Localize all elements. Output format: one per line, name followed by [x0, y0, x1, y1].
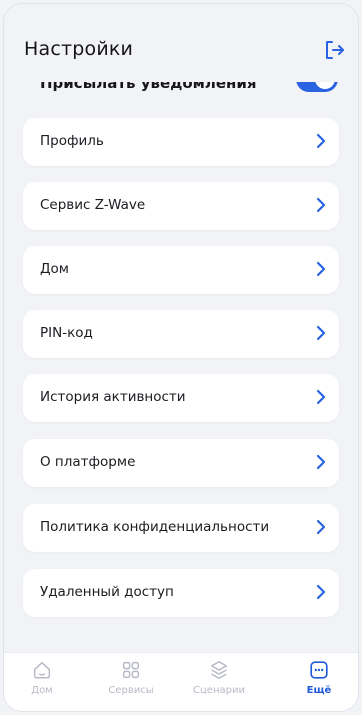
- settings-item-label: Сервис Z-Wave: [40, 197, 146, 213]
- tab-label: Ещё: [306, 685, 332, 696]
- settings-item-label: Дом: [40, 261, 69, 277]
- tab-scenarios[interactable]: Сценарии: [184, 659, 254, 707]
- chevron-right-icon: [316, 261, 326, 277]
- chevron-right-icon: [316, 197, 326, 213]
- tab-label: Дом: [31, 685, 53, 696]
- settings-item-label: PIN-код: [40, 325, 93, 341]
- phone-frame: Настройки Присылать уведомления Профиль …: [4, 4, 358, 711]
- header: Настройки: [4, 4, 358, 82]
- settings-item-remote-access[interactable]: Удаленный доступ: [23, 569, 339, 617]
- chevron-right-icon: [316, 519, 326, 535]
- settings-item-zwave[interactable]: Сервис Z-Wave: [23, 182, 339, 230]
- layers-icon: [210, 661, 228, 679]
- grid-icon: [122, 661, 140, 679]
- settings-item-home[interactable]: Дом: [23, 246, 339, 294]
- chevron-right-icon: [316, 389, 326, 405]
- settings-item-privacy-policy[interactable]: Политика конфиденциальности: [23, 504, 339, 552]
- tab-label: Сценарии: [193, 685, 245, 696]
- chevron-right-icon: [316, 325, 326, 341]
- chevron-right-icon: [316, 454, 326, 470]
- chevron-right-icon: [316, 133, 326, 149]
- home-icon: [33, 661, 51, 679]
- tab-services[interactable]: Сервисы: [96, 659, 166, 707]
- page-title: Настройки: [24, 38, 134, 60]
- settings-item-label: Удаленный доступ: [40, 584, 174, 600]
- settings-item-about-platform[interactable]: О платформе: [23, 439, 339, 487]
- tab-more[interactable]: Ещё: [284, 659, 354, 707]
- settings-item-profile[interactable]: Профиль: [23, 118, 339, 166]
- settings-item-label: О платформе: [40, 454, 136, 470]
- more-icon: [310, 661, 328, 679]
- settings-item-label: История активности: [40, 389, 186, 405]
- settings-item-label: Профиль: [40, 133, 104, 149]
- settings-item-pin-code[interactable]: PIN-код: [23, 310, 339, 358]
- tab-label: Сервисы: [108, 685, 154, 696]
- tab-home[interactable]: Дом: [7, 659, 77, 707]
- settings-item-activity-history[interactable]: История активности: [23, 374, 339, 422]
- chevron-right-icon: [316, 584, 326, 600]
- bottom-tab-bar: Дом Сервисы Сценарии Ещё: [4, 652, 358, 711]
- settings-item-label: Политика конфиденциальности: [40, 519, 270, 535]
- logout-button[interactable]: [322, 38, 346, 62]
- logout-icon: [326, 41, 344, 59]
